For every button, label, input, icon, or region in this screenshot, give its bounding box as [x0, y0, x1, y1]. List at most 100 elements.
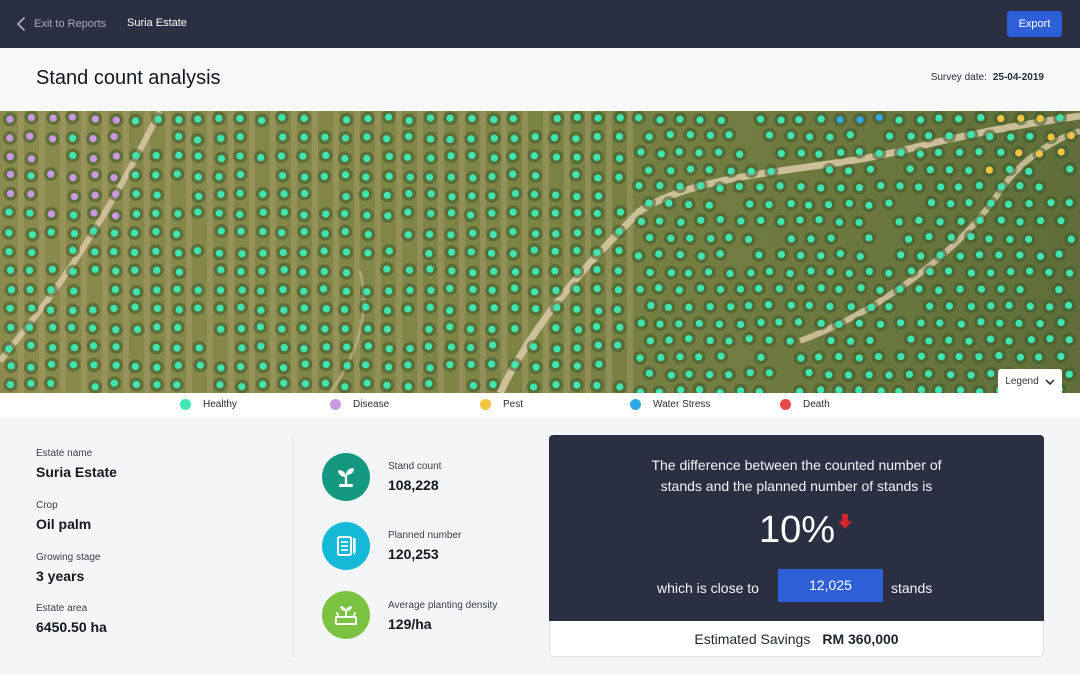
stand-marker: [89, 342, 98, 350]
stand-marker: [469, 382, 478, 390]
stand-marker: [805, 369, 813, 377]
stand-marker: [469, 269, 477, 277]
stand-marker: [256, 323, 265, 331]
stand-marker: [552, 191, 560, 199]
stand-marker: [217, 134, 225, 142]
stand-marker: [300, 304, 308, 312]
stand-marker: [425, 230, 434, 238]
stand-marker: [550, 134, 559, 142]
stand-marker: [280, 190, 288, 198]
stand-marker: [865, 371, 873, 379]
stand-marker: [363, 211, 371, 219]
stand-marker: [996, 319, 1004, 327]
stand-marker: [875, 149, 883, 157]
stand-marker: [667, 269, 676, 277]
stand-marker: [404, 305, 412, 313]
growing-stage-value: 3 years: [36, 568, 85, 584]
stand-marker: [715, 148, 723, 156]
stand-marker: [257, 342, 265, 350]
stand-marker: [194, 152, 202, 160]
stand-marker: [447, 173, 455, 181]
legend-label: Water Stress: [653, 399, 711, 410]
stand-marker: [646, 337, 654, 345]
stand-marker: [987, 302, 995, 310]
stand-marker: [342, 193, 350, 201]
stand-marker: [509, 152, 517, 160]
stand-marker: [1047, 133, 1055, 141]
stand-marker: [301, 360, 309, 368]
stand-marker: [777, 116, 785, 124]
stand-marker: [509, 208, 517, 216]
stand-marker: [193, 247, 202, 255]
stand-marker: [341, 154, 349, 163]
stand-marker: [856, 116, 864, 124]
stand-marker: [406, 345, 414, 353]
stand-marker: [446, 114, 454, 122]
stand-marker: [174, 210, 182, 218]
stand-marker: [797, 183, 805, 191]
stand-marker: [695, 386, 704, 393]
stand-marker: [47, 170, 55, 178]
survey-date: Survey date: 25-04-2019: [931, 72, 1044, 83]
export-button[interactable]: Export: [1007, 11, 1062, 37]
stand-marker: [385, 345, 393, 353]
stand-marker: [717, 116, 725, 125]
stand-marker: [405, 266, 414, 274]
stand-marker: [446, 361, 454, 369]
stand-marker: [895, 116, 903, 124]
aerial-map[interactable]: + − Legend: [0, 111, 1080, 393]
stand-marker: [383, 325, 391, 333]
stand-marker: [865, 201, 873, 209]
stand-marker: [551, 209, 559, 217]
stand-marker: [426, 364, 434, 372]
stand-marker: [511, 190, 520, 198]
stand-marker: [875, 113, 883, 122]
stand-marker: [614, 267, 622, 275]
stand-marker: [1035, 150, 1043, 158]
stand-marker: [997, 148, 1005, 156]
stand-marker: [656, 181, 664, 190]
stand-marker: [745, 334, 753, 343]
stand-marker: [427, 154, 435, 162]
planting-density-label: Average planting density: [388, 600, 498, 611]
planned-number-label: Planned number: [388, 530, 462, 541]
stand-marker: [787, 301, 795, 309]
arrow-down-icon: [838, 514, 852, 529]
stand-marker: [531, 230, 540, 238]
stand-marker: [427, 286, 435, 294]
stand-marker: [238, 250, 246, 258]
stand-marker: [967, 269, 975, 277]
stand-marker: [815, 216, 823, 224]
stand-marker: [277, 152, 286, 160]
legend-dropdown[interactable]: Legend: [998, 369, 1062, 393]
stand-marker: [110, 174, 118, 182]
disease-dot-icon: [330, 399, 341, 410]
stand-marker: [509, 228, 517, 236]
stand-marker: [915, 285, 923, 293]
stand-marker: [172, 230, 181, 238]
stand-marker: [68, 323, 76, 332]
stand-marker: [937, 353, 946, 361]
stand-marker: [27, 379, 35, 388]
stand-marker: [301, 380, 310, 388]
stand-marker: [112, 190, 120, 198]
stand-marker: [509, 115, 517, 123]
stand-marker: [404, 132, 413, 140]
stand-marker: [193, 136, 202, 144]
stand-marker: [488, 325, 496, 334]
stand-marker: [614, 286, 623, 294]
stand-marker: [258, 267, 266, 275]
stand-marker: [405, 116, 413, 125]
stand-marker: [594, 174, 602, 182]
estimated-savings-label: Estimated Savings: [694, 630, 811, 647]
stand-marker: [767, 167, 775, 175]
stand-marker: [510, 284, 519, 292]
stand-marker: [511, 325, 519, 333]
difference-card: The difference between the counted numbe…: [549, 435, 1044, 621]
stand-marker: [1016, 353, 1025, 361]
stand-marker: [637, 319, 645, 327]
stand-marker: [593, 265, 601, 274]
stand-marker: [686, 234, 694, 242]
exit-to-reports-link[interactable]: Exit to Reports: [16, 14, 106, 34]
stand-marker: [216, 304, 224, 312]
